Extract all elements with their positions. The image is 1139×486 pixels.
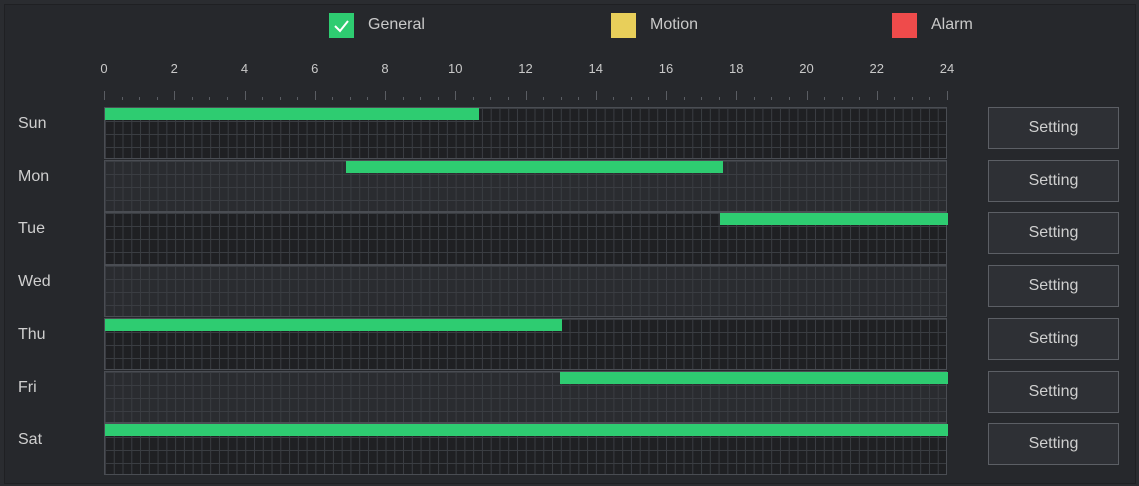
tick (648, 97, 650, 100)
setting-button-tue[interactable]: Setting (988, 212, 1119, 255)
tick (367, 97, 369, 100)
tick (297, 97, 299, 100)
schedule-row-sun[interactable] (104, 107, 947, 160)
tick (947, 91, 948, 100)
schedule-row-fri[interactable] (104, 370, 948, 423)
tick (349, 97, 351, 100)
general-checkbox[interactable] (329, 12, 354, 38)
tick (595, 91, 597, 100)
schedule-row-thu[interactable] (104, 317, 947, 370)
tick (613, 97, 615, 100)
schedule-row-tue[interactable] (104, 212, 948, 265)
tick (788, 97, 790, 100)
tick (191, 97, 193, 100)
hour-label: 20 (799, 61, 814, 76)
check-icon (334, 19, 349, 32)
setting-button-sun[interactable]: Setting (988, 107, 1119, 149)
tick (314, 91, 316, 100)
tick (507, 97, 509, 100)
setting-button-wed[interactable]: Setting (988, 265, 1119, 308)
tick (718, 97, 720, 100)
legend-label-alarm: Alarm (931, 16, 973, 33)
schedule-row-mon[interactable] (104, 159, 947, 212)
hour-label: 2 (170, 61, 178, 76)
day-label-tue: Tue (18, 220, 45, 238)
schedule-segment[interactable] (559, 371, 948, 384)
hour-label: 0 (100, 61, 108, 76)
setting-button-fri[interactable]: Setting (988, 370, 1119, 413)
day-label-wed: Wed (18, 273, 51, 291)
hour-label: 10 (448, 61, 463, 76)
tick (911, 97, 913, 100)
tick (736, 91, 738, 100)
tick (841, 97, 843, 100)
tick (753, 97, 755, 100)
tick (824, 97, 826, 100)
legend-item-motion[interactable]: Motion (611, 12, 698, 38)
tick (771, 97, 773, 100)
setting-button-mon[interactable]: Setting (988, 159, 1119, 202)
tick (859, 97, 861, 100)
tick (525, 91, 527, 100)
tick (244, 91, 246, 100)
tick (121, 97, 123, 100)
tick (560, 97, 562, 100)
tick (139, 97, 141, 100)
tick (876, 91, 878, 100)
hour-label: 24 (939, 61, 955, 76)
tick (455, 91, 457, 100)
day-label-fri: Fri (18, 378, 37, 396)
day-label-thu: Thu (18, 325, 46, 343)
tick (666, 91, 667, 100)
day-label-sat: Sat (18, 431, 43, 449)
schedule-segment[interactable] (345, 160, 724, 173)
tick (209, 97, 211, 100)
tick (929, 97, 931, 100)
hour-label: 4 (240, 61, 249, 76)
legend-item-general[interactable]: General (329, 12, 425, 38)
hour-label: 18 (729, 61, 744, 76)
tick (332, 97, 334, 100)
day-label-mon: Mon (18, 167, 50, 185)
hour-label: 6 (311, 61, 319, 76)
tick (402, 97, 404, 100)
setting-button-sat[interactable]: Setting (988, 423, 1119, 466)
hour-label: 8 (381, 61, 389, 76)
tick (490, 97, 492, 100)
hour-label: 14 (588, 61, 603, 76)
hour-label: 22 (869, 61, 884, 76)
tick (262, 97, 264, 100)
schedule-row-sat[interactable] (104, 423, 948, 476)
tick (472, 97, 474, 100)
motion-checkbox[interactable] (611, 12, 636, 38)
legend-label-motion: Motion (650, 16, 699, 33)
tick (578, 97, 580, 100)
tick (894, 97, 896, 100)
tick (226, 97, 228, 100)
tick (279, 97, 281, 100)
legend-label-general: General (368, 16, 425, 33)
legend-item-alarm[interactable]: Alarm (892, 12, 973, 38)
tick (683, 97, 685, 100)
schedule-segment[interactable] (105, 424, 948, 437)
tick (437, 97, 439, 100)
hour-label: 12 (518, 61, 533, 76)
schedule-segment[interactable] (105, 318, 562, 331)
setting-button-thu[interactable]: Setting (988, 317, 1119, 360)
day-label-sun: Sun (18, 115, 47, 132)
tick (420, 97, 422, 100)
tick (385, 91, 386, 100)
tick (806, 91, 808, 100)
tick (104, 91, 105, 100)
tick (174, 91, 176, 100)
alarm-checkbox[interactable] (892, 12, 917, 38)
tick (701, 97, 703, 100)
hour-label: 16 (658, 61, 674, 76)
schedule-segment[interactable] (105, 108, 480, 120)
schedule-row-wed[interactable] (104, 265, 947, 318)
schedule-segment[interactable] (719, 213, 948, 226)
tick (156, 97, 158, 100)
tick (543, 97, 545, 100)
tick (630, 97, 632, 100)
